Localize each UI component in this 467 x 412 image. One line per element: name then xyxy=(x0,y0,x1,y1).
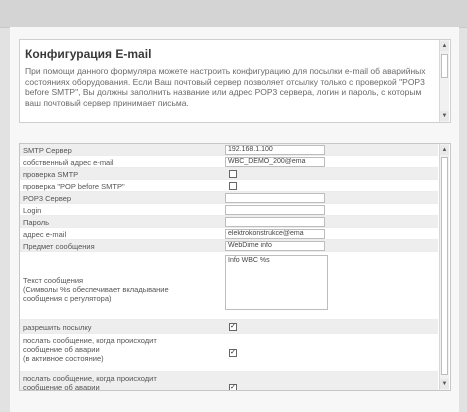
arrow-up-icon[interactable]: ▲ xyxy=(440,145,449,155)
row-message: Текст сообщения (Символы %s обеспечивает… xyxy=(20,252,438,320)
alarm-inactive-checkbox[interactable]: ✓ xyxy=(229,384,237,390)
email-address-input[interactable]: elektrokonstrukce@ema xyxy=(225,229,325,239)
page-title: Конфигурация E-mail xyxy=(25,47,152,61)
row-smtp-server: SMTP Сервер 192.168.1.100 xyxy=(20,144,438,156)
scroll-thumb[interactable] xyxy=(441,157,448,375)
alarm-active-checkbox[interactable]: ✓ xyxy=(229,349,237,357)
row-own-email: собственный адрес e-mail WBC_DEMO_200@em… xyxy=(20,156,438,168)
subject-input[interactable]: WebDime info xyxy=(225,241,325,251)
email-address-label: адрес e-mail xyxy=(23,230,67,239)
row-smtp-check: проверка SMTP xyxy=(20,168,438,180)
pop3-server-label: POP3 Сервер xyxy=(23,194,72,203)
pop3-server-input[interactable] xyxy=(225,193,325,203)
intro-scrollbar[interactable]: ▲ ▼ xyxy=(439,40,449,122)
intro-box: Конфигурация E-mail При помощи данного ф… xyxy=(19,39,451,123)
alarm-active-label-line1: послать сообщение, когда происходит xyxy=(23,336,157,345)
top-bar xyxy=(0,0,467,28)
form-scrollbar[interactable]: ▲ ▼ xyxy=(439,144,449,390)
alarm-active-label-line3: (в активное состояние) xyxy=(23,354,104,363)
allow-send-label: разрешить посылку xyxy=(23,323,92,332)
email-config-form: SMTP Сервер 192.168.1.100 собственный ад… xyxy=(19,143,451,391)
message-label-line2: (Символы %s обеспечивает вкладывание xyxy=(23,285,169,294)
message-label-line1: Текст сообщения xyxy=(23,276,84,285)
own-email-label: собственный адрес e-mail xyxy=(23,158,114,167)
row-allow-send: разрешить посылку ✓ xyxy=(20,320,438,334)
row-pop3-server: POP3 Сервер xyxy=(20,192,438,204)
login-input[interactable] xyxy=(225,205,325,215)
smtp-server-input[interactable]: 192.168.1.100 xyxy=(225,145,325,155)
allow-send-checkbox[interactable]: ✓ xyxy=(229,323,237,331)
own-email-input[interactable]: WBC_DEMO_200@ema xyxy=(225,157,325,167)
smtp-check-checkbox[interactable] xyxy=(229,170,237,178)
row-alarm-inactive: послать сообщение, когда происходит сооб… xyxy=(20,372,438,391)
row-password: Пароль xyxy=(20,216,438,228)
row-pop-check: проверка "POP before SMTP" xyxy=(20,180,438,192)
message-label-line3: сообщения с регулятора) xyxy=(23,294,112,303)
pop-check-label: проверка "POP before SMTP" xyxy=(23,182,125,191)
password-label: Пароль xyxy=(23,218,50,227)
message-textarea[interactable]: Info WBC %s xyxy=(225,255,328,310)
pop-check-checkbox[interactable] xyxy=(229,182,237,190)
alarm-inactive-label-line2: сообщение об аварии xyxy=(23,383,100,391)
intro-description: При помощи данного формуляра можете наст… xyxy=(25,66,426,108)
password-input[interactable] xyxy=(225,217,325,227)
scroll-thumb[interactable] xyxy=(441,54,448,78)
login-label: Login xyxy=(23,206,42,215)
row-alarm-active: послать сообщение, когда происходит сооб… xyxy=(20,334,438,372)
subject-label: Предмет сообщения xyxy=(23,242,95,251)
alarm-active-label-line2: сообщение об аварии xyxy=(23,345,100,354)
row-email-address: адрес e-mail elektrokonstrukce@ema xyxy=(20,228,438,240)
smtp-server-label: SMTP Сервер xyxy=(23,146,72,155)
arrow-down-icon[interactable]: ▼ xyxy=(440,111,449,121)
alarm-inactive-label-line1: послать сообщение, когда происходит xyxy=(23,374,157,383)
row-subject: Предмет сообщения WebDime info xyxy=(20,240,438,252)
row-login: Login xyxy=(20,204,438,216)
smtp-check-label: проверка SMTP xyxy=(23,170,79,179)
arrow-down-icon[interactable]: ▼ xyxy=(440,379,449,389)
arrow-up-icon[interactable]: ▲ xyxy=(440,41,449,51)
